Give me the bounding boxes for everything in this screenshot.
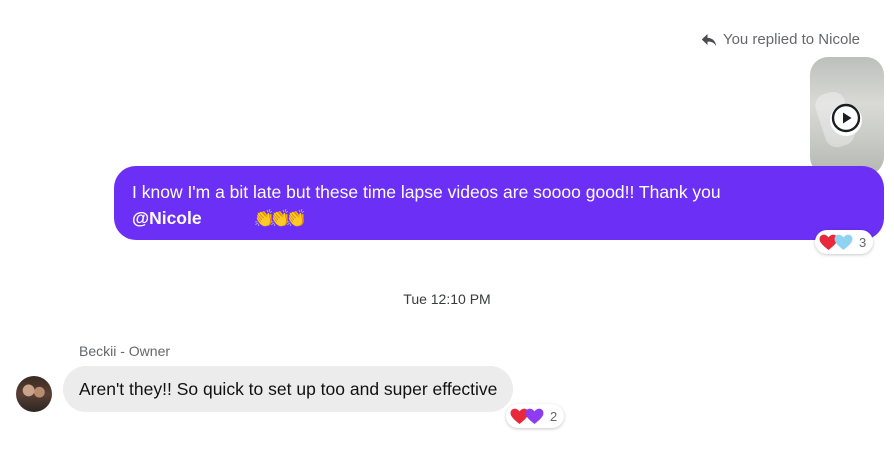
incoming-message-text: Aren't they!! So quick to set up too and…	[79, 378, 498, 399]
reply-note: You replied to Nicole	[701, 31, 860, 48]
reaction-count: 2	[550, 408, 558, 424]
heart-light-blue-icon	[834, 234, 853, 251]
incoming-reactions[interactable]: 2	[506, 404, 565, 428]
outgoing-message-bubble[interactable]: I know I'm a bit late but these time lap…	[114, 166, 884, 240]
reply-note-text: You replied to Nicole	[722, 31, 860, 48]
outgoing-message-text: I know I'm a bit late but these time lap…	[132, 182, 721, 202]
heart-red-icon	[510, 408, 529, 425]
heart-red-icon	[819, 234, 838, 251]
reaction-count: 3	[859, 234, 867, 250]
incoming-message-bubble[interactable]: Aren't they!! So quick to set up too and…	[63, 366, 514, 412]
play-button[interactable]	[830, 102, 862, 139]
outgoing-reactions[interactable]: 3	[815, 230, 874, 254]
mention-link[interactable]: @Nicole	[132, 208, 202, 228]
sender-name: Beckii - Owner	[79, 343, 171, 359]
timestamp: Tue 12:10 PM	[403, 291, 491, 307]
heart-purple-icon	[525, 408, 544, 425]
play-icon	[830, 102, 862, 139]
replied-video-thumbnail[interactable]	[810, 57, 884, 175]
clap-emoji: 👏👏👏	[253, 209, 307, 228]
avatar[interactable]	[16, 376, 52, 412]
reply-arrow-icon	[701, 33, 717, 47]
